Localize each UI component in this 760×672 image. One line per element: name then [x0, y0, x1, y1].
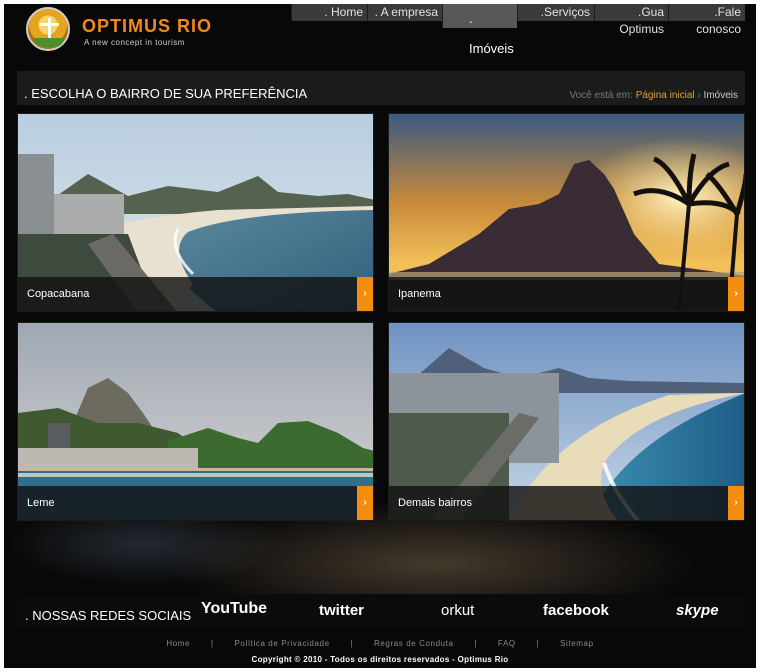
youtube-icon[interactable]: YouTube	[201, 600, 267, 618]
card-label: Ipanema	[398, 288, 441, 300]
facebook-icon[interactable]: facebook	[543, 602, 609, 619]
section-heading-bar: . ESCOLHA O BAIRRO DE SUA PREFERÊNCIA Vo…	[17, 71, 745, 105]
page-frame: OPTIMUS RIO A new concept in tourism . H…	[4, 4, 756, 668]
main-nav: . Home . A empresa . Imóveis .Serviços .…	[291, 4, 745, 56]
copyright: Copyright © 2010 - Todos os direitos res…	[251, 655, 509, 664]
breadcrumb-home-link[interactable]: Página inicial	[636, 90, 695, 101]
social-bar: . NOSSAS REDES SOCIAIS YouTube twitter o…	[17, 594, 745, 628]
footer-separator: |	[210, 639, 214, 648]
footer-link-faq[interactable]: FAQ	[498, 639, 516, 648]
card-caption: Copacabana	[18, 277, 373, 311]
neighborhood-card-leme[interactable]: Leme ›	[17, 322, 374, 521]
footer-link-home[interactable]: Home	[166, 639, 190, 648]
nav-servicos[interactable]: .Serviços	[517, 4, 594, 21]
neighborhood-card-copacabana[interactable]: Copacabana ›	[17, 113, 374, 312]
chevron-right-icon[interactable]: ›	[728, 486, 744, 520]
nav-imoveis[interactable]: . Imóveis	[442, 4, 517, 56]
footer-separator: |	[536, 639, 540, 648]
twitter-icon[interactable]: twitter	[319, 602, 364, 619]
nav-fale-conosco[interactable]: .Fale conosco	[668, 4, 745, 36]
footer-separator: |	[350, 639, 354, 648]
breadcrumb-prefix: Você está em:	[569, 90, 633, 101]
nav-home[interactable]: . Home	[291, 4, 367, 21]
card-label: Leme	[27, 497, 55, 509]
brand-tagline: A new concept in tourism	[84, 38, 185, 47]
nav-guia-optimus[interactable]: .Gua Optimus	[594, 4, 668, 36]
breadcrumb-current: Imóveis	[703, 90, 738, 101]
chevron-right-icon[interactable]: ›	[728, 277, 744, 311]
card-caption: Leme	[18, 486, 373, 520]
breadcrumb: Você está em: Página inicial › Imóveis	[570, 90, 738, 101]
card-caption: Demais bairros	[389, 486, 744, 520]
skype-icon[interactable]: skype	[676, 602, 719, 619]
christ-redeemer-logo-icon	[26, 7, 70, 51]
brand-name: OPTIMUS RIO	[82, 16, 213, 36]
footer-link-rules[interactable]: Regras de Conduta	[374, 639, 454, 648]
chevron-right-icon[interactable]: ›	[357, 486, 373, 520]
logo[interactable]: OPTIMUS RIO A new concept in tourism	[26, 7, 226, 57]
footer-separator: |	[474, 639, 478, 648]
card-caption: Ipanema	[389, 277, 744, 311]
card-label: Demais bairros	[398, 497, 472, 509]
nav-a-empresa[interactable]: . A empresa	[367, 4, 442, 21]
chevron-right-icon[interactable]: ›	[357, 277, 373, 311]
footer-link-privacy[interactable]: Política de Privacidade	[234, 639, 329, 648]
footer-link-sitemap[interactable]: Sitemap	[560, 639, 594, 648]
breadcrumb-separator: ›	[697, 90, 701, 101]
neighborhood-card-ipanema[interactable]: Ipanema ›	[388, 113, 745, 312]
card-label: Copacabana	[27, 288, 90, 300]
page-title: . ESCOLHA O BAIRRO DE SUA PREFERÊNCIA	[24, 86, 308, 101]
social-title: . NOSSAS REDES SOCIAIS	[25, 608, 192, 623]
neighborhood-card-demais-bairros[interactable]: Demais bairros ›	[388, 322, 745, 521]
footer-links: Home | Política de Privacidade | Regras …	[4, 639, 756, 648]
orkut-icon[interactable]: orkut	[441, 602, 474, 619]
